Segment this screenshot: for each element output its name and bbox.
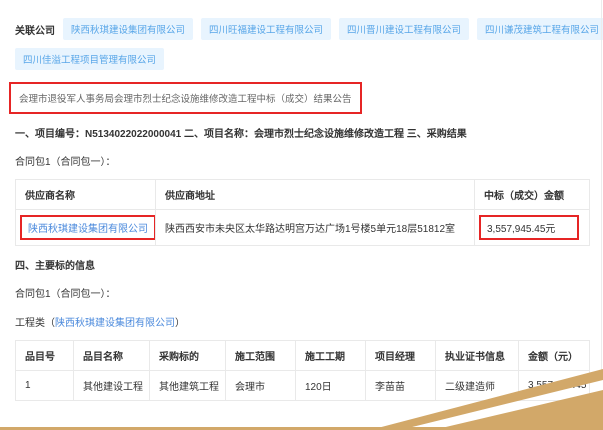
page-right-border (601, 0, 602, 372)
col-procurement-target: 采购标的 (150, 341, 226, 371)
col-amount: 金额（元） (519, 341, 590, 371)
supplier-address-cell: 陕西西安市未央区太华路达明宫万达广场1号楼5单元18层51812室 (156, 210, 475, 246)
related-company-tag[interactable]: 四川佳溢工程项目管理有限公司 (15, 48, 164, 70)
related-companies-row-2: 四川佳溢工程项目管理有限公司 (15, 48, 585, 70)
project-info-line: 一、项目编号：N5134022022000041 二、项目名称：会理市烈士纪念设… (15, 125, 585, 140)
category-line: 工程类（陕西秋琪建设集团有限公司） (15, 314, 585, 329)
category-prefix: 工程类（ (15, 318, 55, 329)
construction-scope-cell: 会理市 (226, 371, 296, 401)
table-header-row: 供应商名称 供应商地址 中标（成交）金额 (16, 180, 590, 210)
related-company-tag[interactable]: 四川旺福建设工程有限公司 (201, 18, 331, 40)
table-row: 1 其他建设工程 其他建筑工程 会理市 120日 李苗苗 二级建造师 3,557… (16, 371, 590, 401)
supplier-highlight-box: 陕西秋琪建设集团有限公司 (20, 215, 156, 240)
contract-package-label: 合同包1（合同包一）： (15, 153, 585, 168)
amount-highlight-box: 3,557,945.45元 (479, 215, 579, 240)
detail-table: 品目号 品目名称 采购标的 施工范围 施工工期 项目经理 执业证书信息 金额（元… (15, 340, 590, 401)
col-item-name: 品目名称 (74, 341, 150, 371)
table-row: 陕西秋琪建设集团有限公司 陕西西安市未央区太华路达明宫万达广场1号楼5单元18层… (16, 210, 590, 246)
contract-package-label-2: 合同包1（合同包一）： (15, 285, 585, 300)
page-content: 关联公司 陕西秋琪建设集团有限公司 四川旺福建设工程有限公司 四川晋川建设工程有… (0, 0, 603, 401)
category-suffix: ） (175, 318, 185, 329)
page-title: 会理市退役军人事务局会理市烈士纪念设施维修改造工程中标（成交）结果公告 (19, 94, 352, 105)
title-highlight-box: 会理市退役军人事务局会理市烈士纪念设施维修改造工程中标（成交）结果公告 (9, 82, 362, 114)
award-result-table: 供应商名称 供应商地址 中标（成交）金额 陕西秋琪建设集团有限公司 陕西西安市未… (15, 179, 590, 246)
col-supplier-address: 供应商地址 (156, 180, 475, 210)
award-amount-cell: 3,557,945.45元 (475, 210, 590, 246)
certificate-info-cell: 二级建造师 (436, 371, 519, 401)
category-company-link[interactable]: 陕西秋琪建设集团有限公司 (55, 318, 175, 329)
related-company-tag[interactable]: 陕西秋琪建设集团有限公司 (63, 18, 193, 40)
related-companies-label: 关联公司 (15, 22, 55, 37)
col-project-manager: 项目经理 (366, 341, 436, 371)
related-companies-row: 关联公司 陕西秋琪建设集团有限公司 四川旺福建设工程有限公司 四川晋川建设工程有… (15, 18, 585, 40)
construction-period-cell: 120日 (296, 371, 366, 401)
related-company-tag[interactable]: 四川晋川建设工程有限公司 (339, 18, 469, 40)
related-company-tag[interactable]: 四川谦茂建筑工程有限公司 (477, 18, 603, 40)
procurement-target-cell: 其他建筑工程 (150, 371, 226, 401)
col-construction-scope: 施工范围 (226, 341, 296, 371)
amount-cell: 3,557,945.45 (519, 371, 590, 401)
item-no-cell: 1 (16, 371, 74, 401)
col-construction-period: 施工工期 (296, 341, 366, 371)
announcement-page: 关联公司 陕西秋琪建设集团有限公司 四川旺福建设工程有限公司 四川晋川建设工程有… (0, 0, 603, 430)
item-name-cell: 其他建设工程 (74, 371, 150, 401)
supplier-name-cell: 陕西秋琪建设集团有限公司 (16, 210, 156, 246)
col-supplier-name: 供应商名称 (16, 180, 156, 210)
col-item-no: 品目号 (16, 341, 74, 371)
col-award-amount: 中标（成交）金额 (475, 180, 590, 210)
supplier-name-link[interactable]: 陕西秋琪建设集团有限公司 (28, 224, 148, 235)
table-header-row: 品目号 品目名称 采购标的 施工范围 施工工期 项目经理 执业证书信息 金额（元… (16, 341, 590, 371)
section4-heading: 四、主要标的信息 (15, 257, 585, 272)
project-manager-cell: 李苗苗 (366, 371, 436, 401)
col-certificate-info: 执业证书信息 (436, 341, 519, 371)
